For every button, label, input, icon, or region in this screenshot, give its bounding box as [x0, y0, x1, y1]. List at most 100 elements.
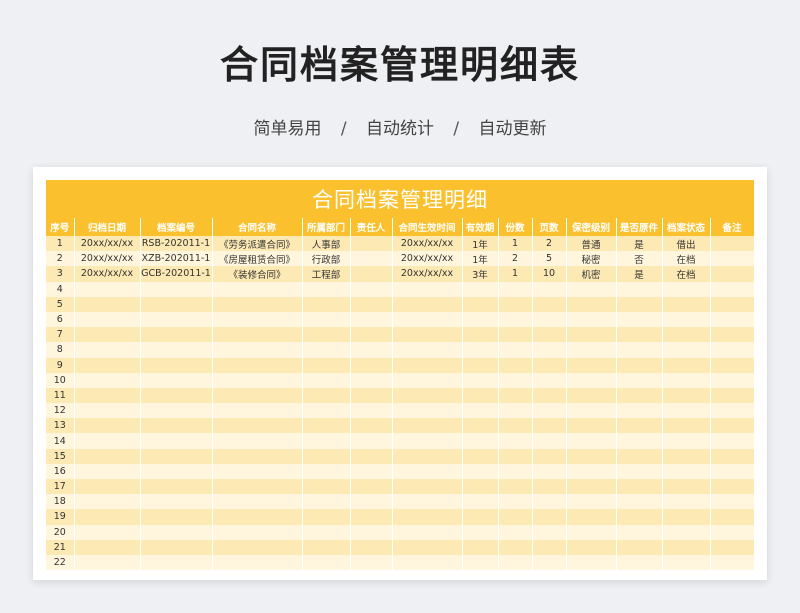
table-cell[interactable]: 是 [616, 236, 663, 252]
table-cell[interactable] [392, 387, 463, 404]
table-cell[interactable] [74, 554, 141, 571]
table-cell[interactable] [140, 418, 213, 434]
table-cell[interactable] [662, 509, 711, 525]
table-cell[interactable] [532, 311, 567, 328]
column-header[interactable]: 备注 [710, 218, 754, 236]
column-header[interactable]: 合同生效时间 [392, 218, 463, 236]
table-cell[interactable]: 21 [46, 539, 75, 555]
table-cell[interactable] [392, 357, 463, 373]
table-cell[interactable] [302, 524, 351, 540]
table-cell[interactable]: 3 [46, 266, 75, 282]
column-header[interactable]: 保密级别 [566, 218, 617, 236]
table-cell[interactable] [532, 494, 567, 510]
table-cell[interactable] [532, 281, 567, 297]
table-cell[interactable] [532, 387, 567, 404]
table-cell[interactable] [710, 554, 754, 571]
table-cell[interactable] [392, 296, 463, 312]
table-cell[interactable] [302, 418, 351, 434]
table-cell[interactable]: GCB-202011-1 [140, 266, 213, 282]
table-cell[interactable] [74, 433, 141, 449]
table-cell[interactable] [212, 433, 303, 449]
table-cell[interactable] [74, 524, 141, 540]
table-cell[interactable] [616, 296, 663, 312]
table-cell[interactable] [462, 463, 499, 479]
table-cell[interactable] [302, 296, 351, 312]
table-cell[interactable]: 9 [46, 357, 75, 373]
table-cell[interactable] [140, 463, 213, 479]
table-cell[interactable] [498, 387, 533, 404]
table-cell[interactable]: 20xx/xx/xx [392, 251, 463, 267]
table-cell[interactable] [462, 357, 499, 373]
table-cell[interactable] [662, 311, 711, 328]
table-cell[interactable] [710, 433, 754, 449]
table-cell[interactable] [462, 372, 499, 388]
table-cell[interactable] [212, 524, 303, 540]
table-cell[interactable] [498, 342, 533, 358]
table-cell[interactable] [392, 433, 463, 449]
table-cell[interactable] [662, 342, 711, 358]
table-cell[interactable] [566, 524, 617, 540]
table-cell[interactable] [74, 539, 141, 555]
table-cell[interactable] [74, 281, 141, 297]
table-cell[interactable]: 2 [532, 236, 567, 252]
table-cell[interactable] [710, 357, 754, 373]
table-cell[interactable] [498, 463, 533, 479]
table-cell[interactable] [710, 418, 754, 434]
table-cell[interactable] [662, 554, 711, 571]
table-cell[interactable] [140, 479, 213, 495]
table-cell[interactable] [350, 387, 393, 404]
table-cell[interactable]: 5 [46, 296, 75, 312]
table-cell[interactable] [140, 539, 213, 555]
table-cell[interactable] [532, 479, 567, 495]
table-cell[interactable]: 20xx/xx/xx [74, 236, 141, 252]
table-cell[interactable] [566, 281, 617, 297]
table-cell[interactable]: 1 [46, 236, 75, 252]
table-cell[interactable] [302, 387, 351, 404]
table-cell[interactable] [74, 311, 141, 328]
table-cell[interactable] [302, 311, 351, 328]
table-cell[interactable] [662, 448, 711, 464]
table-cell[interactable] [74, 387, 141, 404]
column-header[interactable]: 档案状态 [662, 218, 711, 236]
table-cell[interactable] [616, 433, 663, 449]
table-cell[interactable] [662, 418, 711, 434]
table-cell[interactable] [302, 448, 351, 464]
table-cell[interactable]: 《劳务派遣合同》 [212, 236, 303, 252]
table-cell[interactable] [616, 281, 663, 297]
table-cell[interactable] [74, 403, 141, 419]
table-cell[interactable] [532, 418, 567, 434]
table-cell[interactable] [212, 448, 303, 464]
table-cell[interactable]: 1 [498, 236, 533, 252]
table-cell[interactable] [710, 281, 754, 297]
table-cell[interactable] [350, 403, 393, 419]
table-cell[interactable] [392, 448, 463, 464]
table-cell[interactable] [462, 494, 499, 510]
table-cell[interactable] [616, 448, 663, 464]
table-cell[interactable]: 《房屋租赁合同》 [212, 251, 303, 267]
table-cell[interactable] [350, 266, 393, 282]
column-header[interactable]: 责任人 [350, 218, 393, 236]
table-cell[interactable] [566, 342, 617, 358]
table-cell[interactable]: 在档 [662, 266, 711, 282]
table-cell[interactable] [710, 524, 754, 540]
table-cell[interactable]: 机密 [566, 266, 617, 282]
table-cell[interactable] [662, 372, 711, 388]
table-cell[interactable]: 11 [46, 387, 75, 404]
table-cell[interactable]: 10 [46, 372, 75, 388]
table-cell[interactable] [662, 387, 711, 404]
table-cell[interactable] [566, 509, 617, 525]
table-cell[interactable] [662, 433, 711, 449]
table-cell[interactable] [566, 494, 617, 510]
table-cell[interactable] [350, 509, 393, 525]
table-cell[interactable]: 3年 [462, 266, 499, 282]
table-cell[interactable] [392, 418, 463, 434]
table-cell[interactable] [462, 539, 499, 555]
table-cell[interactable] [566, 372, 617, 388]
column-header[interactable]: 合同名称 [212, 218, 303, 236]
table-cell[interactable] [462, 524, 499, 540]
table-cell[interactable] [350, 418, 393, 434]
table-cell[interactable] [140, 387, 213, 404]
table-cell[interactable] [616, 342, 663, 358]
table-cell[interactable] [566, 448, 617, 464]
table-cell[interactable] [74, 357, 141, 373]
